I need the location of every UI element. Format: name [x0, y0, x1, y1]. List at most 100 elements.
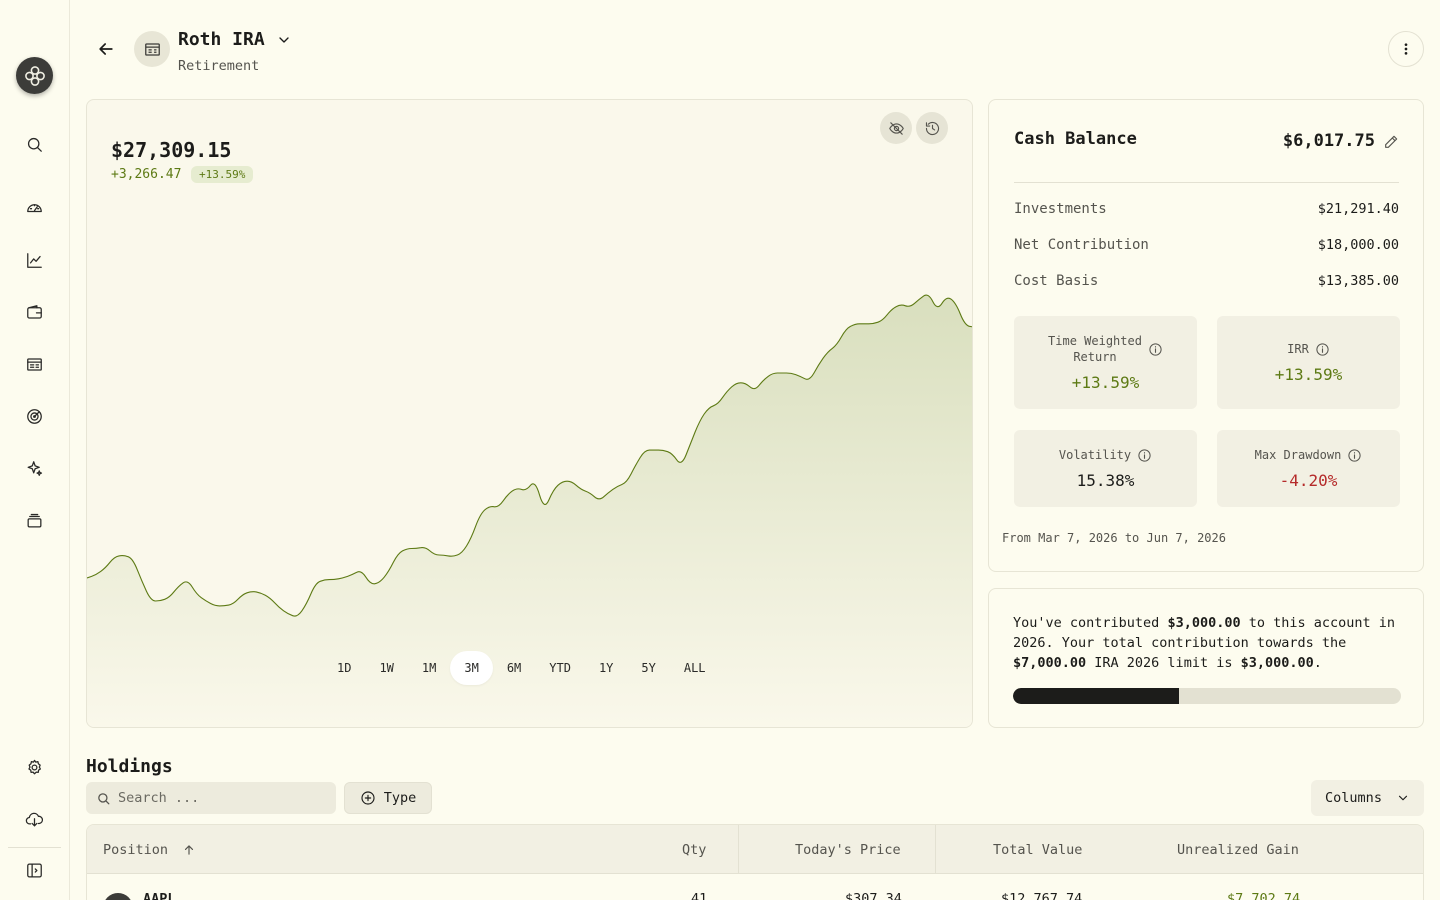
metric-title: Max Drawdown	[1255, 447, 1363, 463]
total-contribution: $3,000.00	[1240, 655, 1314, 671]
plus-circle-icon	[361, 791, 375, 805]
column-header-label: Position	[103, 841, 169, 858]
metric-irr: IRR +13.59%	[1217, 316, 1400, 409]
stat-row-cost-basis: Cost Basis $13,385.00	[1014, 273, 1399, 289]
range-button-1d[interactable]: 1D	[323, 651, 365, 685]
edit-cash-button[interactable]	[1381, 132, 1401, 152]
range-button-ytd[interactable]: YTD	[535, 651, 585, 685]
trend-chart-icon	[26, 252, 42, 268]
sidebar	[0, 0, 70, 900]
history-button[interactable]	[916, 112, 948, 144]
sidebar-activity[interactable]	[22, 352, 46, 376]
column-header-qty[interactable]: Qty	[682, 825, 706, 874]
text-segment: IRA 2026 limit is	[1086, 655, 1241, 671]
metric-volatility: Volatility 15.38%	[1014, 430, 1197, 507]
info-icon[interactable]	[1315, 342, 1330, 357]
stat-value: $18,000.00	[1317, 237, 1399, 253]
info-icon[interactable]	[1347, 448, 1362, 463]
range-button-3m[interactable]: 3M	[450, 651, 493, 685]
progress-fill	[1013, 688, 1180, 704]
metric-time-weighted-return: Time Weighted Return +13.59%	[1014, 316, 1197, 409]
column-header-position[interactable]: Position	[103, 825, 196, 874]
eye-off-icon	[888, 121, 904, 135]
columns-button[interactable]: Columns	[1311, 780, 1424, 816]
pencil-icon	[1385, 135, 1398, 148]
metric-max-drawdown: Max Drawdown -4.20%	[1217, 430, 1400, 507]
divider	[1014, 182, 1399, 183]
column-divider	[738, 825, 739, 874]
gain-amount: +3,266.47	[111, 167, 182, 182]
holding-total: $12,767.74	[1001, 891, 1083, 900]
column-header-gain[interactable]: Unrealized Gain	[1177, 825, 1299, 874]
contribution-limit-card: You've contributed $3,000.00 to this acc…	[988, 588, 1424, 728]
range-button-1y[interactable]: 1Y	[585, 651, 627, 685]
metric-title: Time Weighted Return	[1048, 333, 1163, 365]
app-logo[interactable]	[16, 57, 53, 94]
stat-row-investments: Investments $21,291.40	[1014, 201, 1399, 217]
chevron-down-icon	[279, 37, 289, 43]
range-button-1w[interactable]: 1W	[365, 651, 407, 685]
performance-chart-card: $27,309.15 +3,266.47 +13.59% 1D 1W 1M 3M 6M Y…	[86, 99, 973, 728]
back-button[interactable]	[94, 37, 118, 61]
sidebar-collapse[interactable]	[22, 858, 46, 882]
type-filter-button[interactable]: Type	[344, 782, 432, 814]
type-filter-label: Type	[383, 790, 417, 806]
holding-avatar	[103, 893, 133, 900]
sidebar-toggle-icon	[26, 863, 42, 877]
performance-area-chart	[87, 294, 972, 727]
metric-title: Volatility	[1059, 447, 1152, 463]
sidebar-goals[interactable]	[22, 404, 46, 428]
column-header-price[interactable]: Today's Price	[795, 825, 901, 874]
layers-icon	[27, 513, 41, 527]
sidebar-sync[interactable]	[22, 807, 46, 831]
cloud-download-icon	[25, 812, 43, 826]
time-range-selector: 1D 1W 1M 3M 6M YTD 1Y 5Y ALL	[323, 651, 720, 685]
text-segment: .	[1313, 655, 1322, 671]
chevron-down-icon	[1398, 795, 1408, 801]
sidebar-settings[interactable]	[22, 755, 46, 779]
logo-icon	[24, 65, 45, 86]
metric-title-line: Return	[1073, 350, 1117, 364]
range-button-6m[interactable]: 6M	[493, 651, 535, 685]
table-header: Position Qty Today's Price Total Value U…	[87, 825, 1423, 874]
sidebar-insights[interactable]	[22, 456, 46, 480]
wallet-icon	[26, 304, 42, 319]
target-icon	[26, 408, 42, 424]
sidebar-dashboard[interactable]	[22, 195, 46, 219]
more-options-button[interactable]	[1388, 31, 1424, 67]
sidebar-performance[interactable]	[22, 248, 46, 272]
sidebar-holdings[interactable]	[22, 508, 46, 532]
metric-title-line: Time Weighted	[1048, 334, 1142, 348]
sidebar-divider	[8, 847, 61, 848]
sort-arrow-up-icon	[184, 844, 194, 855]
range-button-1m[interactable]: 1M	[408, 651, 450, 685]
account-switcher[interactable]	[274, 30, 294, 50]
receipt-icon	[144, 42, 160, 56]
contribution-message: You've contributed $3,000.00 to this acc…	[1013, 613, 1403, 673]
column-header-total[interactable]: Total Value	[993, 825, 1082, 874]
info-icon[interactable]	[1148, 342, 1163, 357]
stat-label: Cost Basis	[1014, 273, 1099, 289]
history-icon	[925, 121, 939, 135]
search-input[interactable]	[118, 790, 318, 806]
gauge-icon	[26, 203, 42, 212]
limit-amount: $7,000.00	[1013, 655, 1087, 671]
holdings-search[interactable]	[86, 782, 336, 814]
holdings-table: Position Qty Today's Price Total Value U…	[86, 824, 1424, 900]
table-row[interactable]: AAPL 41 $307.34 $12,767.74 $7,702.74	[87, 874, 1423, 900]
period-note: From Mar 7, 2026 to Jun 7, 2026	[1002, 531, 1226, 545]
sidebar-accounts[interactable]	[22, 300, 46, 324]
column-header-label: Unrealized Gain	[1177, 841, 1299, 858]
cash-balance-label: Cash Balance	[1014, 129, 1137, 149]
range-button-all[interactable]: ALL	[670, 651, 720, 685]
hide-balance-button[interactable]	[880, 112, 912, 144]
more-vertical-icon	[1404, 43, 1408, 55]
info-icon[interactable]	[1137, 448, 1152, 463]
account-name: Roth IRA	[178, 29, 265, 50]
search-icon	[98, 792, 110, 804]
gear-icon	[27, 759, 41, 774]
column-header-label: Today's Price	[795, 841, 901, 858]
sidebar-search[interactable]	[22, 132, 46, 156]
range-button-5y[interactable]: 5Y	[627, 651, 669, 685]
stat-label: Net Contribution	[1014, 237, 1149, 253]
